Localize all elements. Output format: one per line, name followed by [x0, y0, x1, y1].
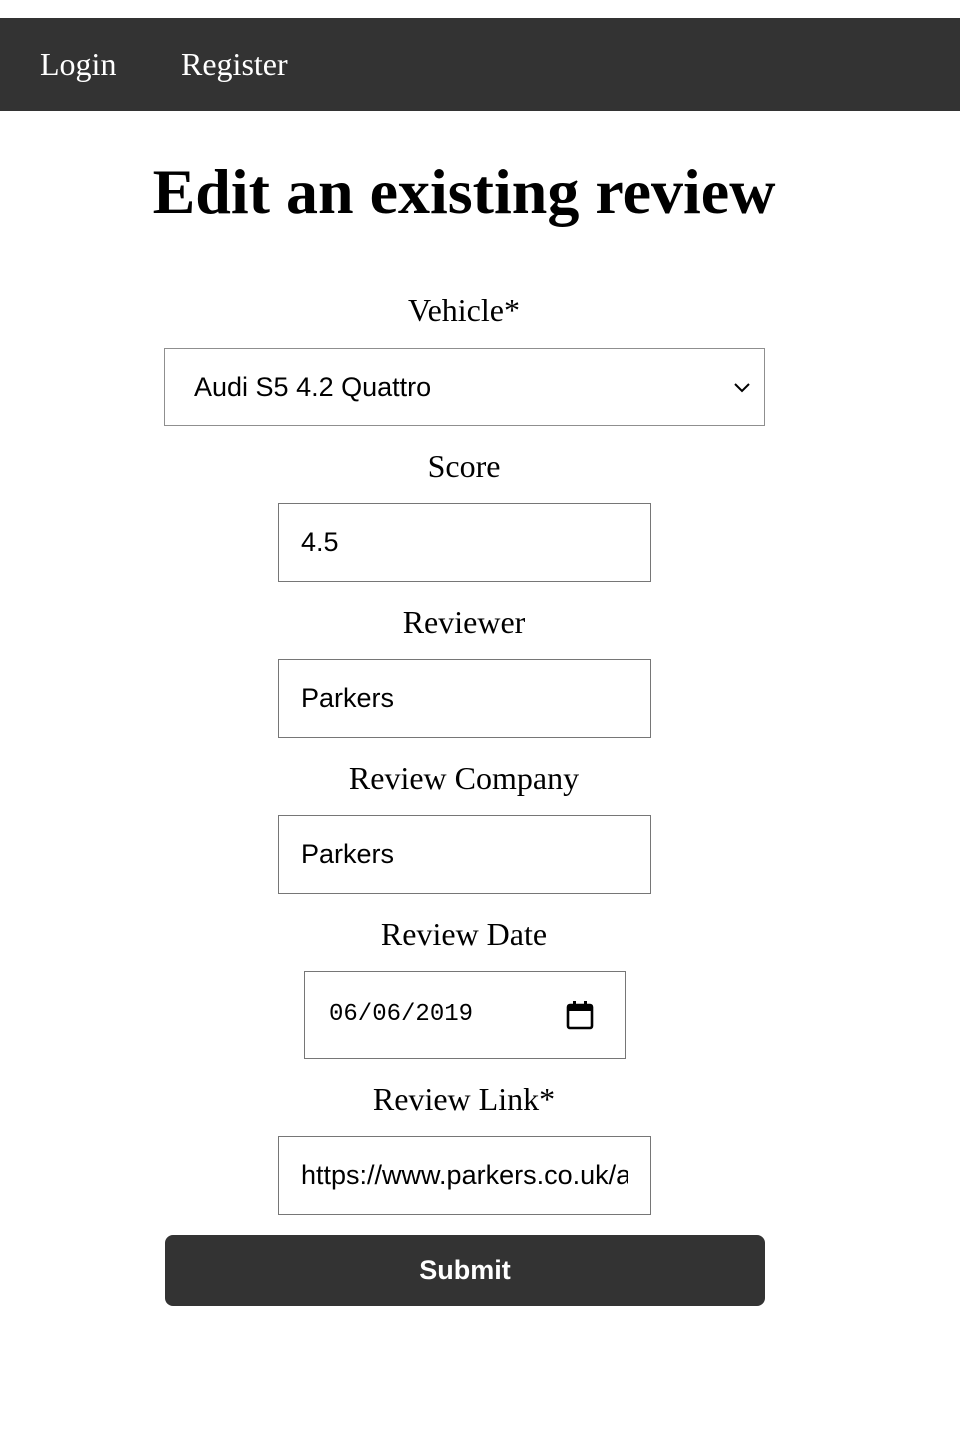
vehicle-label: Vehicle*	[408, 292, 520, 328]
review-link-input[interactable]	[278, 1136, 651, 1215]
submit-button[interactable]: Submit	[165, 1235, 765, 1306]
calendar-icon[interactable]	[566, 1000, 594, 1030]
review-date-label: Review Date	[380, 916, 548, 952]
score-label: Score	[427, 448, 501, 484]
review-company-label: Review Company	[348, 760, 580, 796]
reviewer-input[interactable]	[278, 659, 651, 738]
reviewer-label: Reviewer	[402, 604, 526, 640]
score-input[interactable]	[278, 503, 651, 582]
review-date-input[interactable]: 06/06/2019	[304, 971, 626, 1059]
vehicle-select[interactable]: Audi S5 4.2 Quattro	[164, 348, 765, 426]
vehicle-select-value: Audi S5 4.2 Quattro	[194, 372, 432, 402]
review-link-label: Review Link*	[372, 1081, 556, 1117]
nav-register-link[interactable]: Register	[181, 18, 288, 111]
nav-login-link[interactable]: Login	[40, 18, 116, 111]
page-title: Edit an existing review	[152, 156, 776, 227]
chevron-down-icon	[734, 383, 750, 393]
review-date-value: 06/06/2019	[329, 1001, 474, 1028]
top-navbar: Login Register	[0, 18, 960, 111]
review-company-input[interactable]	[278, 815, 651, 894]
